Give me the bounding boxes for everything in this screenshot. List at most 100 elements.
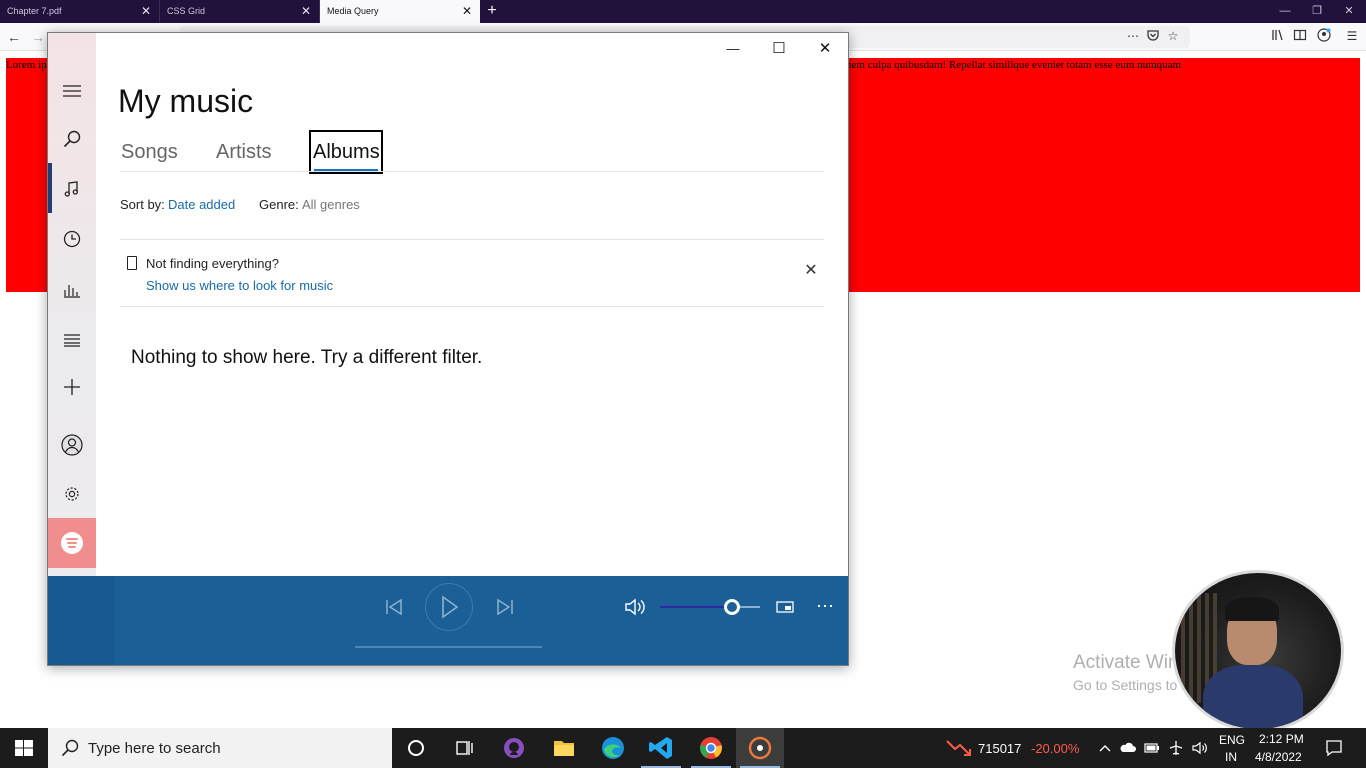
tab-close-icon[interactable]: ✕ (301, 0, 311, 23)
file-explorer-icon (554, 741, 574, 756)
browser-minimize-button[interactable]: — (1270, 0, 1300, 23)
empty-state-message: Nothing to show here. Try a different fi… (131, 347, 483, 368)
show-music-locations-link[interactable]: Show us where to look for music (146, 278, 333, 293)
clock-date[interactable]: 4/8/2022 (1255, 750, 1302, 764)
library-icon[interactable] (1270, 28, 1286, 44)
action-center-icon[interactable] (1325, 739, 1343, 757)
task-view-button[interactable] (440, 728, 488, 768)
menu-icon[interactable]: ☰ (1344, 28, 1360, 44)
volume-slider-thumb[interactable] (724, 599, 740, 615)
player-bar: ⋯ (48, 576, 848, 665)
onedrive-cloud-icon[interactable] (1120, 740, 1136, 756)
search-icon (63, 130, 81, 148)
sidebar-item-playlists[interactable] (48, 319, 96, 359)
tab-albums[interactable]: Albums (313, 141, 380, 164)
filter-divider (120, 239, 824, 240)
document-icon (127, 256, 137, 270)
browser-close-button[interactable]: ✕ (1334, 0, 1364, 23)
previous-icon (386, 598, 402, 616)
github-desktop-button[interactable] (490, 728, 538, 768)
stock-change[interactable]: -20.00% (1031, 741, 1079, 756)
tab-title: CSS Grid (167, 6, 206, 16)
volume-button[interactable] (624, 596, 648, 618)
more-options-button[interactable]: ⋯ (814, 595, 836, 617)
vscode-button[interactable] (637, 728, 685, 768)
sidebar-item-settings[interactable] (48, 474, 96, 514)
github-desktop-icon (504, 738, 524, 758)
ellipsis-icon: ⋯ (816, 596, 834, 616)
hamburger-menu-button[interactable] (48, 71, 96, 111)
previous-track-button[interactable] (383, 596, 405, 618)
volume-slider-fill (660, 606, 732, 608)
new-tab-button[interactable]: + (484, 1, 500, 21)
show-hidden-icons-chevron-icon[interactable] (1097, 740, 1113, 756)
start-button[interactable] (0, 728, 48, 768)
sidebar-item-recent[interactable] (48, 219, 96, 259)
chrome-icon (700, 737, 722, 759)
cortana-button[interactable] (392, 728, 440, 768)
lorem-text-right: nem culpa quibusdam! Repellat similique … (846, 59, 1182, 71)
sidebar-item-now-playing[interactable] (48, 269, 96, 309)
tab-close-icon[interactable]: ✕ (141, 0, 151, 23)
language-indicator-line1[interactable]: ENG (1219, 733, 1245, 747)
stock-value[interactable]: 715017 (978, 741, 1021, 756)
sidebar-item-new-playlist[interactable] (48, 367, 96, 407)
stock-trend-icon[interactable] (946, 739, 972, 756)
more-icon[interactable]: ⋯ (1125, 28, 1141, 44)
notice-divider (120, 306, 824, 307)
volume-slider[interactable] (660, 606, 760, 608)
chrome-button[interactable] (687, 728, 735, 768)
airplane-mode-icon[interactable] (1168, 740, 1184, 756)
mini-player-button[interactable] (775, 597, 795, 617)
windows-taskbar: Type here to search 715017 -20.00% ENG I… (0, 728, 1366, 768)
cortana-icon (408, 740, 424, 756)
mini-view-icon (776, 601, 794, 613)
taskbar-search-box[interactable]: Type here to search (48, 728, 392, 768)
tab-close-icon[interactable]: ✕ (462, 0, 472, 23)
edge-icon (602, 737, 624, 759)
forward-button[interactable]: → (28, 27, 48, 47)
tab-artists[interactable]: Artists (216, 141, 272, 164)
sidebar-item-account[interactable] (48, 425, 96, 465)
genre-label: Genre: (259, 197, 299, 212)
groove-close-button[interactable]: ✕ (810, 37, 840, 61)
file-explorer-button[interactable] (540, 728, 588, 768)
clock-time[interactable]: 2:12 PM (1259, 732, 1304, 746)
back-button[interactable]: ← (4, 27, 24, 47)
reader-view-icon[interactable] (1292, 28, 1308, 44)
play-icon (442, 595, 459, 619)
sidebar-item-my-music[interactable] (48, 169, 96, 209)
webcam-person-hair (1225, 597, 1279, 621)
language-indicator-line2[interactable]: IN (1225, 750, 1237, 764)
browser-restore-button[interactable]: ❐ (1302, 0, 1332, 23)
sort-by-label: Sort by: (120, 197, 165, 212)
seek-bar[interactable] (355, 646, 542, 648)
vscode-icon (649, 737, 672, 759)
groove-minimize-button[interactable]: — (718, 37, 748, 61)
genre-dropdown[interactable]: All genres (302, 197, 360, 212)
pocket-icon[interactable] (1145, 28, 1161, 44)
sort-by-dropdown[interactable]: Date added (168, 197, 235, 212)
edge-button[interactable] (589, 728, 637, 768)
battery-icon[interactable] (1144, 740, 1160, 756)
windows-logo-icon (15, 740, 33, 756)
hamburger-icon (63, 85, 81, 97)
volume-icon[interactable] (1192, 740, 1208, 756)
groove-music-taskbar-button[interactable] (736, 728, 784, 768)
tab-media-query[interactable]: Media Query ✕ (320, 0, 480, 23)
groove-music-icon (748, 736, 772, 760)
next-track-button[interactable] (494, 596, 516, 618)
play-button[interactable] (425, 583, 473, 631)
bookmark-star-icon[interactable]: ☆ (1165, 28, 1181, 44)
dismiss-notice-button[interactable]: ✕ (803, 263, 819, 279)
tab-css-grid[interactable]: CSS Grid ✕ (160, 0, 320, 23)
account-icon (61, 434, 83, 456)
tab-chapter-7-pdf[interactable]: Chapter 7.pdf ✕ (0, 0, 160, 23)
groove-maximize-button[interactable]: ☐ (764, 37, 794, 61)
spotify-promo-button[interactable] (48, 518, 96, 568)
album-art-placeholder (48, 576, 114, 665)
account-icon[interactable] (1316, 28, 1332, 44)
tab-songs[interactable]: Songs (121, 141, 178, 164)
sidebar-item-search[interactable] (48, 119, 96, 159)
settings-gear-icon (65, 487, 79, 501)
